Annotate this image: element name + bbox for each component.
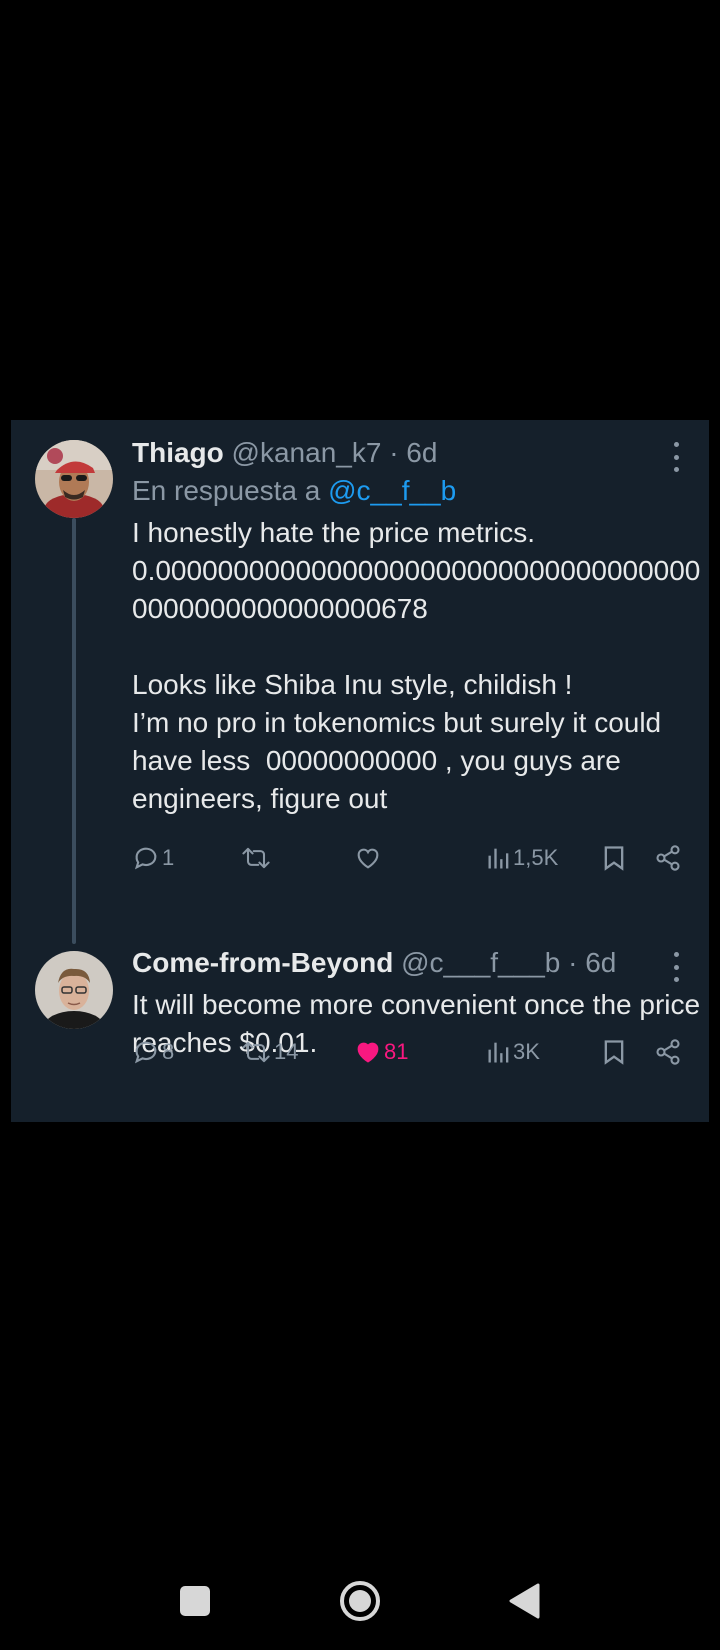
share-icon [656, 845, 680, 871]
retweet-button[interactable]: 14 [240, 1034, 298, 1070]
tweet-actions: 8 14 81 3K [132, 1034, 692, 1070]
bookmark-icon [604, 1040, 624, 1065]
home-button[interactable] [339, 1580, 381, 1627]
handle[interactable]: @kanan_k7 [232, 437, 382, 468]
views-count: 1,5K [513, 845, 559, 870]
heart-icon [357, 1042, 379, 1063]
retweet-icon [242, 847, 270, 869]
tweet-header: Come-from-Beyond @c___f___b · 6d [132, 946, 616, 980]
tweet-text-line: 0.00000000000000000000000000000000000000… [132, 555, 701, 624]
display-name[interactable]: Come-from-Beyond [132, 947, 393, 978]
tweet-text-line: I’m no pro in tokenomics but surely it c… [132, 707, 669, 814]
like-count: 81 [384, 1039, 409, 1064]
views-icon [488, 1042, 509, 1063]
retweet-button[interactable] [240, 840, 274, 876]
tweet-actions: 1 1,5K [132, 840, 692, 876]
views-button[interactable]: 3K [487, 1034, 540, 1070]
reply-icon [134, 1041, 157, 1064]
recents-button[interactable] [180, 1586, 210, 1621]
separator-dot: · [389, 437, 399, 468]
timestamp[interactable]: 6d [406, 437, 437, 468]
share-button[interactable] [654, 840, 682, 876]
reply-button[interactable]: 1 [132, 840, 174, 876]
reply-button[interactable]: 8 [132, 1034, 174, 1070]
views-button[interactable]: 1,5K [487, 840, 558, 876]
reply-prefix: En respuesta a [132, 475, 321, 506]
views-count: 3K [513, 1039, 540, 1064]
bookmark-button[interactable] [602, 840, 626, 876]
heart-icon [357, 848, 379, 869]
tweet-text-line: Looks like Shiba Inu style, childish ! [132, 669, 573, 700]
views-icon [488, 848, 509, 869]
more-icon[interactable] [669, 442, 683, 472]
share-button[interactable] [654, 1034, 682, 1070]
reply-count: 8 [162, 1039, 175, 1064]
retweet-count: 14 [274, 1039, 299, 1064]
system-nav-bar [0, 1560, 720, 1650]
display-name[interactable]: Thiago [132, 437, 224, 468]
like-button[interactable] [354, 840, 384, 876]
separator-dot: · [568, 947, 578, 978]
square-icon [180, 1586, 210, 1616]
avatar[interactable] [35, 440, 113, 518]
back-triangle-icon [509, 1583, 540, 1619]
avatar[interactable] [35, 951, 113, 1029]
reply-mention-link[interactable]: @c__f__b [328, 475, 456, 506]
more-icon[interactable] [669, 952, 683, 982]
reply-context: En respuesta a @c__f__b [132, 474, 456, 508]
handle[interactable]: @c___f___b [401, 947, 560, 978]
reply-count: 1 [162, 845, 175, 870]
home-circle-icon [340, 1581, 380, 1621]
thread-connector [72, 518, 76, 944]
like-button[interactable]: 81 [354, 1034, 408, 1070]
bookmark-icon [604, 846, 624, 871]
bookmark-button[interactable] [602, 1034, 626, 1070]
retweet-icon [242, 1041, 270, 1063]
tweet-text-line: I honestly hate the price metrics. [132, 517, 536, 548]
back-button[interactable] [508, 1583, 540, 1624]
share-icon [656, 1039, 680, 1065]
tweet-header: Thiago @kanan_k7 · 6d [132, 436, 437, 470]
tweet-text: I honestly hate the price metrics. 0.000… [132, 514, 704, 818]
reply-icon [134, 847, 157, 870]
tweet-thread: Thiago @kanan_k7 · 6d En respuesta a @c_… [11, 420, 709, 1122]
timestamp[interactable]: 6d [585, 947, 616, 978]
